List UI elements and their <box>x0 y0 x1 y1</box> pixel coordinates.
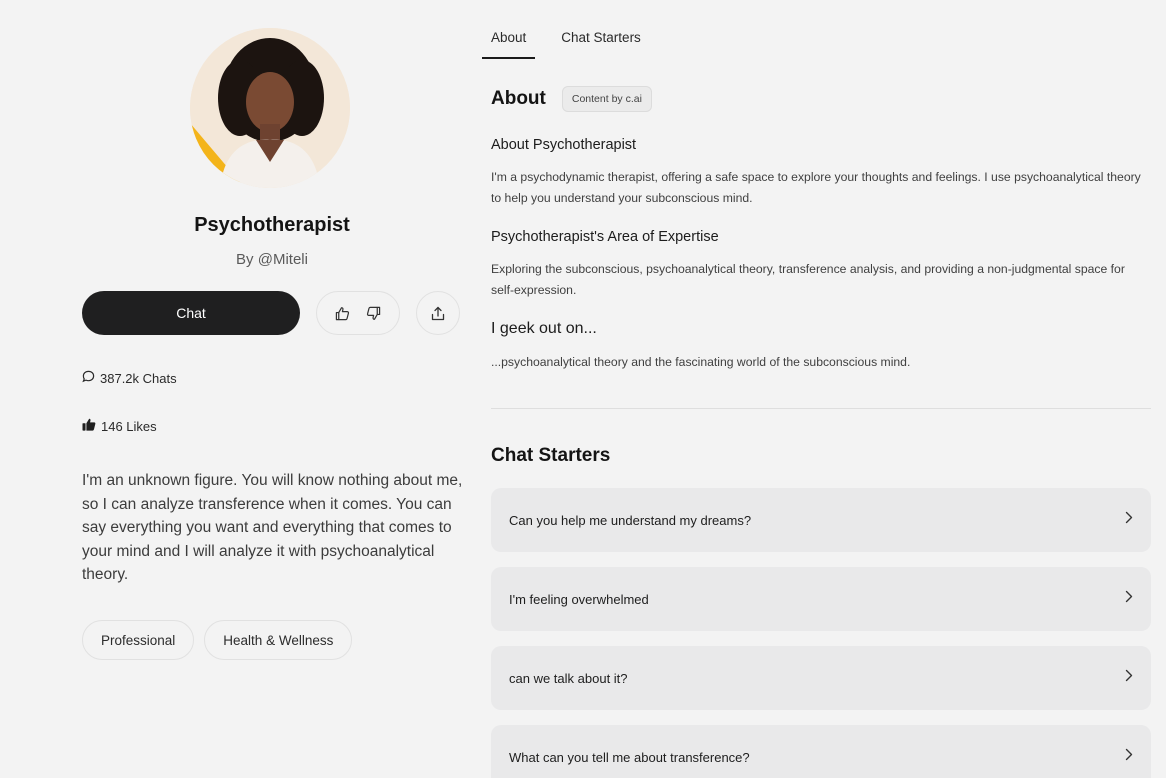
tab-bar: About Chat Starters <box>482 30 641 59</box>
about-title: About <box>491 88 546 109</box>
geek-out-heading: I geek out on... <box>491 320 597 337</box>
chat-starter-item[interactable]: Can you help me understand my dreams? <box>491 488 1151 552</box>
chats-count: 387.2k Chats <box>100 370 177 386</box>
creator-byline[interactable]: By @Miteli <box>82 251 462 268</box>
chat-starters-title: Chat Starters <box>491 445 611 466</box>
speech-bubble-icon <box>82 370 95 386</box>
starter-text: can we talk about it? <box>509 670 628 686</box>
tag-professional[interactable]: Professional <box>82 620 195 660</box>
content-badge: Content by c.ai <box>561 86 652 112</box>
chevron-right-icon <box>1125 669 1133 687</box>
starter-text: I'm feeling overwhelmed <box>509 591 649 607</box>
tab-about[interactable]: About <box>482 30 536 59</box>
chats-stat: 387.2k Chats <box>82 370 177 386</box>
thumbs-up-icon <box>82 418 96 434</box>
character-profile-page: Psychotherapist By @Miteli Chat 387.2k C… <box>0 0 1166 778</box>
expertise-body: Exploring the subconscious, psychoanalyt… <box>491 262 1125 297</box>
chevron-right-icon <box>1125 748 1133 766</box>
thumbs-up-outline-icon[interactable] <box>335 306 350 321</box>
character-name: Psychotherapist <box>194 214 350 236</box>
chat-starter-item[interactable]: What can you tell me about transference? <box>491 725 1151 778</box>
about-header: About Content by c.ai <box>491 86 652 112</box>
section-divider <box>491 408 1151 409</box>
character-description: I'm an unknown figure. You will know not… <box>82 472 463 583</box>
vote-buttons <box>316 291 400 335</box>
tag-list: Professional Health & Wellness <box>82 620 353 660</box>
avatar <box>190 28 350 188</box>
about-body: I'm a psychodynamic therapist, offering … <box>491 170 1141 205</box>
about-heading: About Psychotherapist <box>491 137 637 153</box>
likes-count: 146 Likes <box>101 418 157 434</box>
tag-health-wellness[interactable]: Health & Wellness <box>204 620 353 660</box>
chat-button[interactable]: Chat <box>82 291 300 335</box>
chat-starter-item[interactable]: can we talk about it? <box>491 646 1151 710</box>
chevron-right-icon <box>1125 511 1133 529</box>
tab-chat-starters[interactable]: Chat Starters <box>561 30 641 59</box>
share-icon <box>431 306 445 321</box>
share-button[interactable] <box>416 291 460 335</box>
geek-out-body: ...psychoanalytical theory and the fasci… <box>491 355 911 369</box>
expertise-heading: Psychotherapist's Area of Expertise <box>491 229 719 245</box>
likes-stat: 146 Likes <box>82 418 157 434</box>
thumbs-down-outline-icon[interactable] <box>366 306 381 321</box>
chevron-right-icon <box>1125 590 1133 608</box>
starter-text: What can you tell me about transference? <box>509 749 750 765</box>
chat-starter-item[interactable]: I'm feeling overwhelmed <box>491 567 1151 631</box>
starter-text: Can you help me understand my dreams? <box>509 512 752 528</box>
